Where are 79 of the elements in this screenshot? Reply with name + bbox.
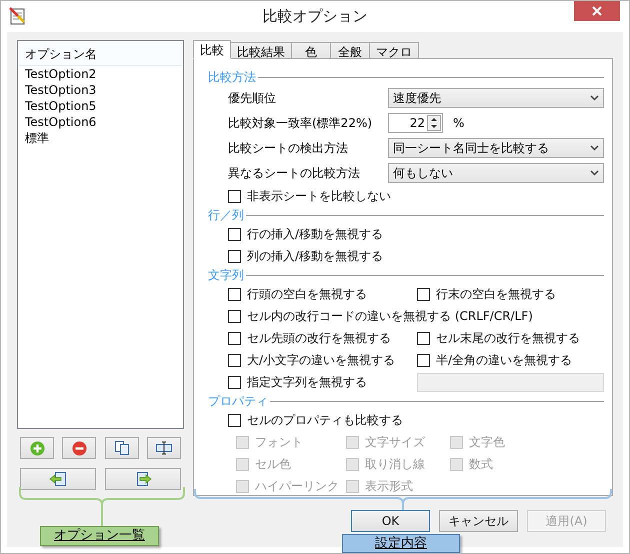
list-item[interactable]: TestOption3 xyxy=(18,82,183,98)
checkbox[interactable] xyxy=(228,250,241,262)
dropdown[interactable]: 何もしない xyxy=(388,162,604,182)
tab[interactable]: 色 xyxy=(291,42,331,59)
checkbox-label: 行末の空白を無視する xyxy=(436,286,556,303)
number-field[interactable]: 22 xyxy=(388,112,443,132)
checkbox[interactable] xyxy=(228,288,241,300)
field-label: 比較対象一致率(標準22%) xyxy=(228,114,374,132)
chevron-down-icon xyxy=(590,94,599,100)
dialog-button[interactable]: キャンセル xyxy=(439,510,518,532)
spinner-arrows-icon[interactable] xyxy=(427,114,441,130)
app-icon xyxy=(9,7,26,25)
callout-label: オプション一覧 xyxy=(40,526,159,546)
checkbox-label: 列の挿入/移動を無視する xyxy=(247,248,384,265)
checkbox[interactable] xyxy=(228,414,241,426)
import-button[interactable] xyxy=(20,468,96,490)
checkbox-label: フォント xyxy=(255,434,303,451)
plus-icon xyxy=(30,440,44,456)
tab[interactable]: 比較結果 xyxy=(230,42,292,59)
checkbox-label: 行の挿入/移動を無視する xyxy=(247,226,384,243)
list-item[interactable]: TestOption5 xyxy=(18,98,183,114)
checkbox[interactable] xyxy=(417,332,430,344)
checkbox[interactable] xyxy=(228,332,241,344)
field-label: 異なるシートの比較方法 xyxy=(228,164,361,182)
checkbox-label: セル末尾の改行を無視する xyxy=(436,330,580,347)
copy-icon xyxy=(114,440,130,456)
checkbox-label: セル内の改行コードの違いを無視する (CRLF/CR/LF) xyxy=(247,308,533,325)
checkbox[interactable] xyxy=(417,288,430,300)
section-title: 行／列 xyxy=(207,207,244,224)
checkbox[interactable] xyxy=(228,376,241,388)
text-cursor-icon xyxy=(154,441,173,455)
checkbox-label: セル色 xyxy=(255,456,291,473)
section-title: 文字列 xyxy=(207,267,244,284)
section-title: 比較方法 xyxy=(207,69,256,86)
list-header: オプション名 xyxy=(19,42,182,66)
checkbox-label: 大/小文字の違いを無視する xyxy=(247,352,396,369)
tab[interactable]: 全般 xyxy=(330,42,370,59)
arrow-right-document-icon xyxy=(134,471,152,487)
checkbox[interactable] xyxy=(228,354,241,366)
checkbox-label: ハイパーリンク xyxy=(255,478,339,495)
checkbox-label: 表示形式 xyxy=(365,478,413,495)
arrow-left-document-icon xyxy=(49,471,67,487)
tab[interactable]: 比較 xyxy=(193,40,231,59)
close-button[interactable] xyxy=(574,1,620,21)
checkbox-label: 行頭の空白を無視する xyxy=(247,286,367,303)
dropdown[interactable]: 同一シート名同士を比較する xyxy=(388,138,604,158)
dialog-button[interactable]: OK xyxy=(351,510,430,532)
checkbox-label: 半/全角の違いを無視する xyxy=(436,352,572,369)
field-label: 優先順位 xyxy=(228,90,277,106)
close-icon xyxy=(592,6,602,16)
checkbox-label: 文字サイズ xyxy=(365,434,425,451)
checkbox-label: セル先頭の改行を無視する xyxy=(247,330,391,347)
checkbox-label: 指定文字列を無視する xyxy=(247,374,367,391)
checkbox-label: 文字色 xyxy=(469,434,505,451)
checkbox-label: 非表示シートを比較しない xyxy=(247,188,391,205)
checkbox[interactable] xyxy=(228,310,241,322)
list-item[interactable]: 標準 xyxy=(18,130,183,146)
remove-button[interactable] xyxy=(62,437,96,459)
list-item[interactable]: TestOption6 xyxy=(18,114,183,130)
checkbox[interactable] xyxy=(228,190,241,202)
checkbox-label: 取り消し線 xyxy=(365,456,425,473)
export-button[interactable] xyxy=(105,468,181,490)
rename-button[interactable] xyxy=(146,437,181,459)
unit-label: % xyxy=(453,114,464,132)
minus-icon xyxy=(72,440,87,456)
field-label: 比較シートの検出方法 xyxy=(228,140,349,156)
window-title: 比較オプション xyxy=(262,6,368,28)
checkbox-label: 数式 xyxy=(469,456,493,473)
callout-label: 設定内容 xyxy=(342,534,460,553)
tab[interactable]: マクロ xyxy=(369,42,419,59)
dropdown[interactable]: 速度優先 xyxy=(388,88,604,108)
chevron-down-icon xyxy=(590,144,599,150)
checkbox-label: セルのプロパティも比較する xyxy=(247,412,403,429)
chevron-down-icon xyxy=(590,170,599,176)
section-title: プロパティ xyxy=(207,393,268,410)
checkbox[interactable] xyxy=(417,354,430,366)
checkbox[interactable] xyxy=(228,228,241,240)
copy-button[interactable] xyxy=(104,437,139,459)
list-item[interactable]: TestOption2 xyxy=(18,66,183,82)
